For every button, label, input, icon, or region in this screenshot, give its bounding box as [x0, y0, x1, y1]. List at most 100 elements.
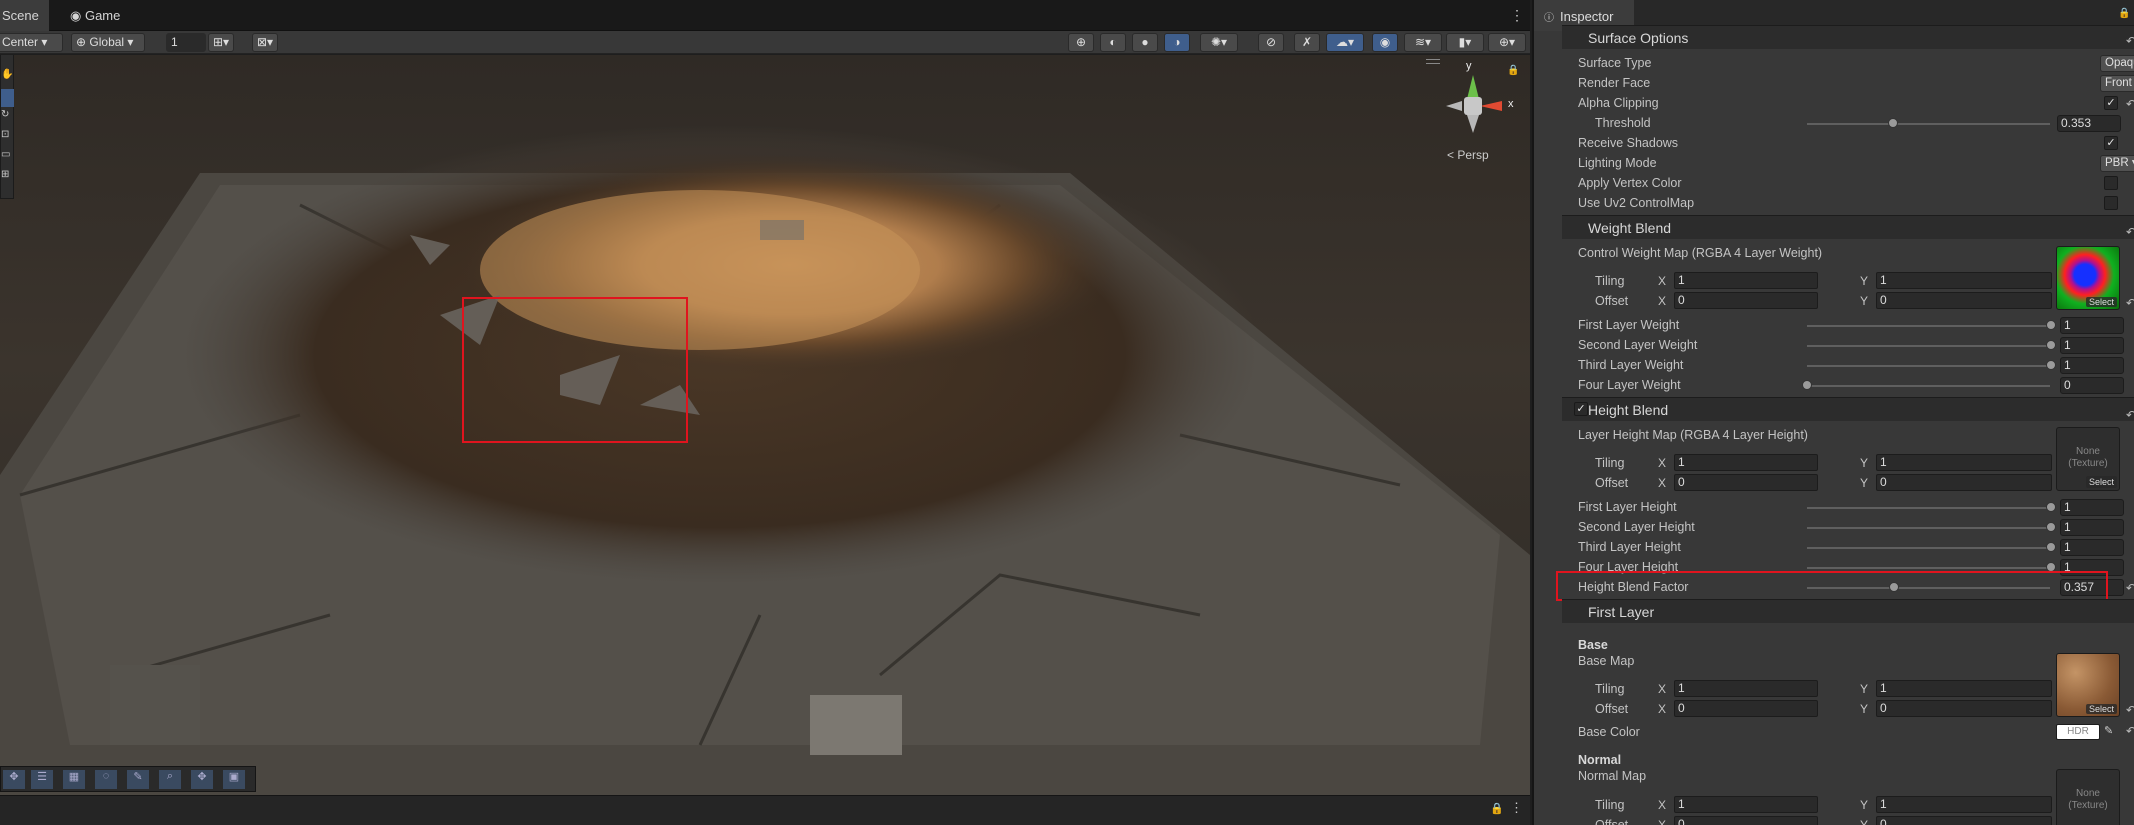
- gizmo-y-cone[interactable]: [1467, 75, 1479, 99]
- second-layer-height-handle[interactable]: [2046, 522, 2056, 532]
- revert-icon[interactable]: ↶: [2126, 724, 2134, 738]
- overlay-search-icon[interactable]: ⌕: [159, 770, 181, 789]
- transform-tool-icon[interactable]: ⊞: [1, 169, 14, 187]
- grid-snap-icon[interactable]: ⊞▾: [208, 33, 234, 52]
- height-tiling-y-field[interactable]: 1: [1876, 454, 2052, 471]
- second-layer-weight-handle[interactable]: [2046, 340, 2056, 350]
- camera-icon[interactable]: ▮▾: [1446, 33, 1484, 52]
- second-layer-height-field[interactable]: 1: [2060, 519, 2124, 536]
- third-layer-weight-track[interactable]: [1807, 365, 2050, 367]
- third-layer-height-handle[interactable]: [2046, 542, 2056, 552]
- lighting-mode-dropdown[interactable]: PBR ▾: [2100, 155, 2134, 172]
- base-tiling-y-field[interactable]: 1: [1876, 680, 2052, 697]
- threshold-field[interactable]: 0.353: [2057, 115, 2121, 132]
- weight-tiling-y-field[interactable]: 1: [1876, 272, 2052, 289]
- base-color-swatch[interactable]: HDR: [2056, 724, 2100, 740]
- overlay-grid-icon[interactable]: ▦: [63, 770, 85, 789]
- view-tool-icon[interactable]: ✋: [1, 69, 14, 87]
- height-offset-x-field[interactable]: 0: [1674, 474, 1818, 491]
- rotate-tool-icon[interactable]: ↻: [1, 109, 14, 127]
- height-blend-header[interactable]: Height Blend: [1562, 397, 2134, 421]
- second-layer-height-track[interactable]: [1807, 527, 2050, 529]
- 2d-toggle-icon[interactable]: ⊘: [1258, 33, 1284, 52]
- normal-offset-x-field[interactable]: 0: [1674, 816, 1818, 825]
- first-layer-height-handle[interactable]: [2046, 502, 2056, 512]
- tab-game[interactable]: ◉ Game: [60, 0, 130, 31]
- more-options-icon[interactable]: ⋮: [1510, 7, 1524, 24]
- revert-icon[interactable]: ↶: [2126, 408, 2134, 422]
- four-layer-weight-handle[interactable]: [1802, 380, 1812, 390]
- four-layer-weight-track[interactable]: [1807, 385, 2050, 387]
- overlay-align-icon[interactable]: ☰: [31, 770, 53, 789]
- revert-icon[interactable]: ↶: [2126, 225, 2134, 239]
- draw-mode-icon[interactable]: ⊕: [1068, 33, 1094, 52]
- footer-lock-icon[interactable]: 🔒: [1490, 802, 1504, 815]
- third-layer-weight-field[interactable]: 1: [2060, 357, 2124, 374]
- tab-scene[interactable]: Scene: [0, 0, 49, 31]
- height-tiling-x-field[interactable]: 1: [1674, 454, 1818, 471]
- overlay-rotate-icon[interactable]: ◌: [95, 770, 117, 789]
- grid-size-field[interactable]: 1: [166, 33, 206, 52]
- increment-snap-icon[interactable]: ⊠▾: [252, 33, 278, 52]
- gizmo-neg-y-cone[interactable]: [1467, 115, 1479, 133]
- receive-shadows-checkbox[interactable]: ✓: [2104, 136, 2118, 150]
- shaded-wireframe-icon[interactable]: ◐: [1100, 33, 1126, 52]
- third-layer-weight-handle[interactable]: [2046, 360, 2056, 370]
- orientation-gizmo[interactable]: y x 🔒 < Persp: [1432, 55, 1522, 165]
- height-blend-checkbox[interactable]: ✓: [1574, 402, 1588, 416]
- render-face-dropdown[interactable]: Front ▾: [2100, 75, 2134, 92]
- footer-more-icon[interactable]: ⋮: [1510, 800, 1523, 816]
- overlay-transform-icon[interactable]: ✥: [191, 770, 213, 789]
- use-uv2-checkbox[interactable]: [2104, 196, 2118, 210]
- base-offset-y-field[interactable]: 0: [1876, 700, 2052, 717]
- overlay-camera-icon[interactable]: ▣: [223, 770, 245, 789]
- first-layer-height-track[interactable]: [1807, 507, 2050, 509]
- threshold-slider-track[interactable]: [1807, 123, 2050, 125]
- first-layer-weight-track[interactable]: [1807, 325, 2050, 327]
- second-layer-weight-track[interactable]: [1807, 345, 2050, 347]
- four-layer-height-track[interactable]: [1807, 567, 2050, 569]
- second-layer-weight-field[interactable]: 1: [2060, 337, 2124, 354]
- rect-tool-icon[interactable]: ▭: [1, 149, 14, 167]
- normal-offset-y-field[interactable]: 0: [1876, 816, 2052, 825]
- weight-blend-header[interactable]: Weight Blend: [1562, 215, 2134, 239]
- gizmo-neg-x-cone[interactable]: [1446, 101, 1462, 111]
- normal-tiling-y-field[interactable]: 1: [1876, 796, 2052, 813]
- revert-icon[interactable]: ↶: [2126, 581, 2134, 595]
- effects-icon[interactable]: ☁▾: [1326, 33, 1364, 52]
- lit-icon[interactable]: ◑: [1164, 33, 1190, 52]
- lighting-toggle-icon[interactable]: ✗: [1294, 33, 1320, 52]
- render-debug-icon[interactable]: ✺▾: [1200, 33, 1238, 52]
- scale-tool-icon[interactable]: ⊡: [1, 129, 14, 147]
- visibility-icon[interactable]: ◉: [1372, 33, 1398, 52]
- inspector-lock-icon[interactable]: 🔒: [2118, 8, 2130, 19]
- third-layer-height-field[interactable]: 1: [2060, 539, 2124, 556]
- first-layer-header[interactable]: First Layer: [1562, 599, 2134, 623]
- first-layer-weight-field[interactable]: 1: [2060, 317, 2124, 334]
- layers-icon[interactable]: ≋▾: [1404, 33, 1442, 52]
- weight-offset-y-field[interactable]: 0: [1876, 292, 2052, 309]
- weight-offset-x-field[interactable]: 0: [1674, 292, 1818, 309]
- shaded-icon[interactable]: ●: [1132, 33, 1158, 52]
- gizmo-menu-icon[interactable]: [1426, 59, 1440, 64]
- surface-options-header[interactable]: Surface Options: [1562, 25, 2134, 49]
- pivot-dropdown[interactable]: Center ▾: [0, 33, 63, 52]
- gizmo-lock-icon[interactable]: 🔒: [1507, 65, 1519, 76]
- gizmo-center-cube[interactable]: [1464, 97, 1482, 115]
- scene-viewport[interactable]: ✋ ↻ ⊡ ▭ ⊞ y x 🔒 < Persp ✥ ☰ ▦ ◌ ✎ ⌕ ✥ ▣: [0, 55, 1530, 825]
- base-tiling-x-field[interactable]: 1: [1674, 680, 1818, 697]
- apply-vertex-color-checkbox[interactable]: [2104, 176, 2118, 190]
- surface-type-dropdown[interactable]: Opaque ▾: [2100, 55, 2134, 72]
- revert-icon[interactable]: ↶: [2126, 34, 2134, 48]
- first-layer-height-field[interactable]: 1: [2060, 499, 2124, 516]
- first-layer-weight-handle[interactable]: [2046, 320, 2056, 330]
- threshold-slider-handle[interactable]: [1887, 118, 1898, 128]
- normal-tiling-x-field[interactable]: 1: [1674, 796, 1818, 813]
- height-offset-y-field[interactable]: 0: [1876, 474, 2052, 491]
- revert-icon[interactable]: ↶: [2126, 97, 2134, 111]
- overlay-paint-icon[interactable]: ✎: [127, 770, 149, 789]
- gizmo-x-cone[interactable]: [1480, 101, 1502, 111]
- overlay-move-icon[interactable]: ✥: [3, 770, 25, 789]
- four-layer-weight-field[interactable]: 0: [2060, 377, 2124, 394]
- third-layer-height-track[interactable]: [1807, 547, 2050, 549]
